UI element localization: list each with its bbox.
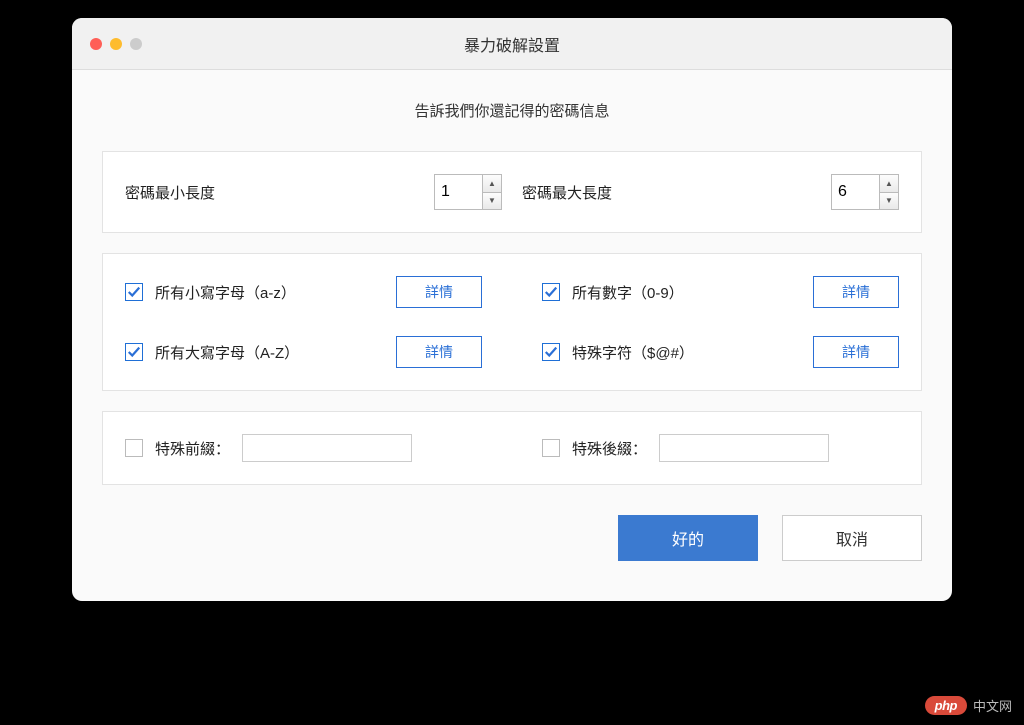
digits-details-button[interactable]: 詳情 — [813, 276, 899, 308]
minimize-icon[interactable] — [110, 38, 122, 50]
titlebar: 暴力破解設置 — [72, 18, 952, 70]
length-row: 密碼最小長度 ▲ ▼ 密碼最大長度 ▲ — [125, 174, 899, 210]
charset-row-digits: 所有數字（0-9） 詳情 — [542, 276, 899, 308]
max-length-stepper-btns: ▲ ▼ — [879, 174, 899, 210]
charset-uppercase-left: 所有大寫字母（A-Z） — [125, 342, 299, 363]
close-icon[interactable] — [90, 38, 102, 50]
prefix-label: 特殊前綴： — [155, 438, 230, 459]
lowercase-details-button[interactable]: 詳情 — [396, 276, 482, 308]
digits-checkbox[interactable] — [542, 283, 560, 301]
max-length-down-button[interactable]: ▼ — [879, 192, 899, 211]
lowercase-label: 所有小寫字母（a-z） — [155, 282, 296, 303]
content-area: 告訴我們你還記得的密碼信息 密碼最小長度 ▲ ▼ 密碼最大長度 — [72, 70, 952, 601]
charset-grid: 所有小寫字母（a-z） 詳情 所有數字（0-9） 詳情 — [125, 276, 899, 368]
prefix-group: 特殊前綴： — [125, 434, 482, 462]
max-length-label: 密碼最大長度 — [522, 182, 612, 203]
affix-panel: 特殊前綴： 特殊後綴： — [102, 411, 922, 485]
window-title: 暴力破解設置 — [72, 32, 952, 56]
special-label: 特殊字符（$@#） — [572, 342, 694, 363]
charset-lowercase-left: 所有小寫字母（a-z） — [125, 282, 296, 303]
uppercase-details-button[interactable]: 詳情 — [396, 336, 482, 368]
digits-label: 所有數字（0-9） — [572, 282, 684, 303]
check-icon — [127, 345, 141, 359]
min-length-stepper-btns: ▲ ▼ — [482, 174, 502, 210]
prefix-checkbox[interactable] — [125, 439, 143, 457]
lowercase-checkbox[interactable] — [125, 283, 143, 301]
suffix-label: 特殊後綴： — [572, 438, 647, 459]
charset-digits-left: 所有數字（0-9） — [542, 282, 684, 303]
cancel-button[interactable]: 取消 — [782, 515, 922, 561]
footer-buttons: 好的 取消 — [102, 515, 922, 561]
prefix-input[interactable] — [242, 434, 412, 462]
check-icon — [127, 285, 141, 299]
min-length-label: 密碼最小長度 — [125, 182, 215, 203]
special-details-button[interactable]: 詳情 — [813, 336, 899, 368]
max-length-input[interactable] — [831, 174, 879, 210]
watermark-badge: php — [925, 696, 967, 715]
uppercase-checkbox[interactable] — [125, 343, 143, 361]
charset-row-uppercase: 所有大寫字母（A-Z） 詳情 — [125, 336, 482, 368]
window-controls — [90, 38, 142, 50]
suffix-group: 特殊後綴： — [542, 434, 899, 462]
maximize-icon — [130, 38, 142, 50]
check-icon — [544, 345, 558, 359]
max-length-stepper: ▲ ▼ — [831, 174, 899, 210]
min-length-input[interactable] — [434, 174, 482, 210]
check-icon — [544, 285, 558, 299]
page-subtitle: 告訴我們你還記得的密碼信息 — [102, 100, 922, 121]
uppercase-label: 所有大寫字母（A-Z） — [155, 342, 299, 363]
special-checkbox[interactable] — [542, 343, 560, 361]
max-length-up-button[interactable]: ▲ — [879, 174, 899, 192]
suffix-checkbox[interactable] — [542, 439, 560, 457]
charset-panel: 所有小寫字母（a-z） 詳情 所有數字（0-9） 詳情 — [102, 253, 922, 391]
charset-special-left: 特殊字符（$@#） — [542, 342, 694, 363]
min-length-up-button[interactable]: ▲ — [482, 174, 502, 192]
min-length-group: 密碼最小長度 ▲ ▼ — [125, 174, 502, 210]
watermark: php 中文网 — [925, 696, 1012, 715]
watermark-text: 中文网 — [973, 696, 1012, 715]
affix-row: 特殊前綴： 特殊後綴： — [125, 434, 899, 462]
charset-row-special: 特殊字符（$@#） 詳情 — [542, 336, 899, 368]
min-length-down-button[interactable]: ▼ — [482, 192, 502, 211]
length-panel: 密碼最小長度 ▲ ▼ 密碼最大長度 ▲ — [102, 151, 922, 233]
suffix-input[interactable] — [659, 434, 829, 462]
max-length-group: 密碼最大長度 ▲ ▼ — [522, 174, 899, 210]
min-length-stepper: ▲ ▼ — [434, 174, 502, 210]
charset-row-lowercase: 所有小寫字母（a-z） 詳情 — [125, 276, 482, 308]
settings-window: 暴力破解設置 告訴我們你還記得的密碼信息 密碼最小長度 ▲ ▼ 密碼最 — [72, 18, 952, 601]
ok-button[interactable]: 好的 — [618, 515, 758, 561]
